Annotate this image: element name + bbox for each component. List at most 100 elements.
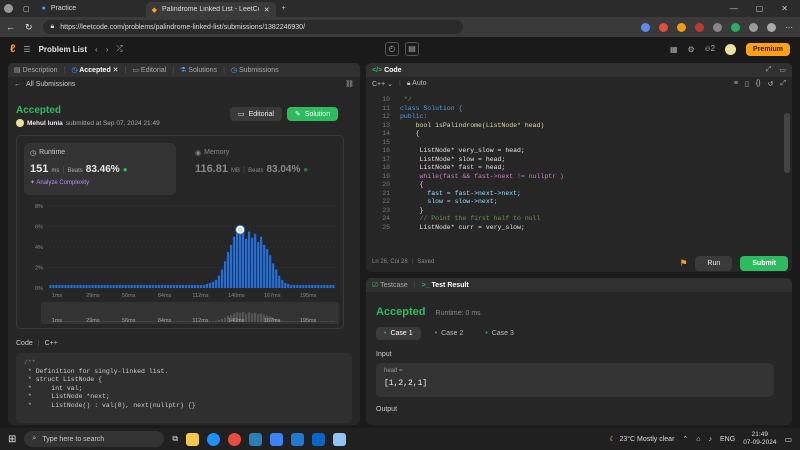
histogram-bar[interactable] [254, 233, 257, 288]
histogram-bar[interactable] [82, 284, 85, 288]
histogram-bar[interactable] [229, 244, 233, 288]
tab-test-result[interactable]: >_ Test Result [422, 282, 469, 289]
histogram-bar[interactable] [326, 284, 329, 288]
file-explorer-icon[interactable] [186, 432, 200, 446]
histogram-bar[interactable] [272, 263, 275, 288]
histogram-bar[interactable] [100, 284, 103, 288]
histogram-bar[interactable] [260, 236, 263, 288]
histogram-bar[interactable] [317, 284, 320, 288]
histogram-bar[interactable] [145, 284, 148, 288]
histogram-bar[interactable] [296, 284, 299, 288]
histogram-bar[interactable] [235, 230, 239, 288]
mail-icon[interactable] [249, 432, 263, 446]
timer-icon[interactable]: ◴ [385, 42, 399, 56]
author-name[interactable]: Mehul lunia [27, 120, 63, 127]
all-submissions-link[interactable]: All Submissions [26, 81, 75, 88]
language-select[interactable]: C++ ⌄ [372, 80, 393, 88]
histogram-bar[interactable] [257, 241, 260, 288]
histogram-bar[interactable] [76, 284, 79, 288]
tab-practice[interactable]: ● Practice [36, 1, 146, 16]
notepad-icon[interactable] [333, 432, 347, 446]
memory-box[interactable]: ◉ Memory 116.81 MB | Beats 83.04% ● [189, 143, 339, 195]
histogram-bar[interactable] [136, 284, 139, 288]
histogram-bar[interactable] [214, 279, 218, 288]
histogram-bar[interactable] [49, 284, 52, 288]
editorial-button[interactable]: ▭ Editorial [230, 107, 282, 121]
histogram-bar[interactable] [130, 284, 133, 288]
histogram-bar[interactable] [311, 284, 314, 288]
chrome-icon[interactable] [228, 432, 242, 446]
histogram-bar[interactable] [208, 282, 212, 288]
histogram-bar[interactable] [196, 284, 200, 288]
next-problem-icon[interactable]: › [106, 45, 109, 54]
histogram-bar[interactable] [64, 284, 67, 288]
histogram-bar[interactable] [281, 279, 284, 288]
histogram-bar[interactable] [263, 244, 266, 288]
histogram-bar[interactable] [94, 284, 97, 288]
url-field[interactable]: 🔒︎ https://leetcode.com/problems/palindr… [42, 20, 463, 34]
new-tab-button[interactable]: + [276, 1, 292, 16]
histogram-bar[interactable] [251, 237, 254, 288]
histogram-bar[interactable] [287, 283, 290, 288]
histogram-bar[interactable] [329, 284, 332, 288]
histogram-bar[interactable] [112, 284, 115, 288]
histogram-bar[interactable] [193, 284, 197, 288]
solution-button[interactable]: ✎ Solution [286, 107, 339, 121]
profile-avatar[interactable] [0, 1, 17, 16]
minimize-icon[interactable]: — [730, 4, 738, 13]
extension-icon-6[interactable] [731, 22, 740, 32]
histogram-bar[interactable] [299, 284, 302, 288]
expand-icon[interactable]: ⤢ [766, 66, 772, 74]
histogram-bar[interactable] [184, 284, 187, 288]
tab-code[interactable]: </> Code [372, 67, 402, 74]
windows-start-icon[interactable]: ⊞ [8, 434, 16, 445]
avatar[interactable] [725, 43, 737, 55]
histogram-bar[interactable] [226, 252, 230, 288]
case-1-tab[interactable]: • Case 1 [376, 327, 421, 340]
extension-icon-7[interactable] [749, 22, 758, 32]
tab-editorial[interactable]: ▭ Editorial [132, 66, 166, 74]
editor-scrollbar[interactable] [784, 113, 790, 173]
braces-icon[interactable]: {} [756, 80, 761, 88]
bookmark-icon[interactable]: ▯ [745, 80, 749, 88]
clock[interactable]: 21:49 07-09-2024 [743, 431, 776, 447]
minimize-panel-icon[interactable]: ▭ [779, 66, 786, 74]
auto-mode[interactable]: 🔒︎ Auto [407, 80, 427, 88]
tab-testcase[interactable]: ☑ Testcase [372, 281, 408, 289]
histogram-bar[interactable] [142, 284, 145, 288]
histogram-bar[interactable] [269, 255, 272, 288]
fullscreen-icon[interactable]: ⤢ [780, 80, 786, 88]
tab-description[interactable]: ▤ Description [14, 66, 58, 74]
extension-icon-4[interactable] [695, 22, 704, 32]
histogram-bar[interactable] [275, 269, 278, 288]
taskbar-search[interactable]: ⌕ Type here to search [24, 431, 165, 447]
histogram-bar[interactable] [157, 284, 160, 288]
histogram-bar[interactable] [61, 284, 64, 288]
histogram-bar[interactable] [241, 228, 245, 288]
histogram-bar[interactable] [202, 284, 206, 288]
prev-problem-icon[interactable]: ‹ [95, 45, 98, 54]
histogram-bar[interactable] [73, 284, 76, 288]
todo-icon[interactable] [270, 432, 284, 446]
case-2-tab[interactable]: • Case 2 [427, 327, 472, 340]
histogram-bar[interactable] [175, 284, 178, 288]
analyze-complexity-link[interactable]: ✦ Analyze Complexity [30, 179, 170, 186]
histogram-bar[interactable] [314, 284, 317, 288]
histogram-bar[interactable] [302, 284, 305, 288]
tab-submissions[interactable]: ◷ Submissions [231, 66, 279, 74]
leetcode-logo-icon[interactable]: ℓ [10, 43, 15, 55]
histogram-bar[interactable] [139, 284, 142, 288]
histogram-bar[interactable] [124, 284, 127, 288]
histogram-bar[interactable] [187, 284, 190, 288]
histogram-bar[interactable] [151, 284, 154, 288]
histogram-bar[interactable] [133, 284, 136, 288]
menu-icon[interactable]: ⋯ [785, 23, 794, 32]
back-arrow-icon[interactable]: ← [14, 81, 21, 88]
histogram-bar[interactable] [238, 234, 242, 288]
histogram-bar[interactable] [217, 275, 221, 288]
extension-icon-5[interactable] [713, 22, 722, 32]
debug-icon[interactable]: ⚑ [679, 258, 687, 269]
settings-icon[interactable]: ⚙ [688, 45, 695, 54]
runtime-box[interactable]: ◷ Runtime 151 ms | Beats 83.46% ● ✦ Analy… [24, 143, 176, 195]
histogram-bar[interactable] [266, 249, 269, 288]
